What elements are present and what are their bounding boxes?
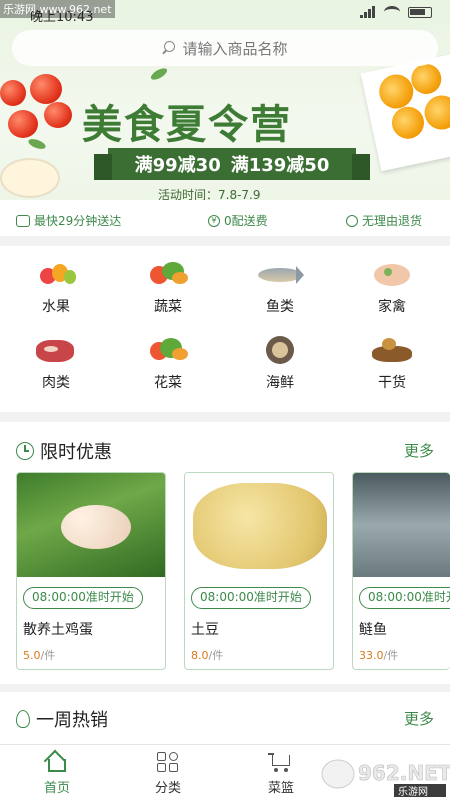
- category-fish[interactable]: 鱼类: [240, 258, 320, 316]
- product-price: 8.0/件: [191, 647, 223, 663]
- tab-category[interactable]: 分类: [133, 751, 203, 796]
- dried-goods-icon: [370, 334, 414, 364]
- price-value: 8.0: [191, 649, 209, 662]
- watermark-top: 乐游网 www.962.net: [0, 0, 115, 18]
- product-card[interactable]: 08:00:00准时开始 土豆 8.0/件: [184, 472, 334, 670]
- tab-label: 分类: [154, 781, 181, 796]
- category-dried-goods[interactable]: 干货: [352, 334, 432, 392]
- fire-icon: [16, 710, 30, 728]
- start-time-badge: 08:00:00准时开始: [359, 587, 450, 609]
- weekly-hot-section: 一周热销 更多: [0, 692, 450, 744]
- category-fruit[interactable]: 水果: [16, 258, 96, 316]
- dish-decoration: [0, 158, 60, 198]
- price-unit: /件: [208, 649, 224, 662]
- promo-banner[interactable]: 晚上10:43 请输入商品名称 美食夏令营 满99减30 满139减50 活动时…: [0, 0, 450, 200]
- wifi-icon: [384, 6, 400, 18]
- flash-sale-section: 限时优惠 更多 08:00:00准时开始 散养土鸡蛋 5.0/件 08:00:0…: [0, 422, 450, 684]
- category-vegetable[interactable]: 蔬菜: [128, 258, 208, 316]
- category-label: 花菜: [154, 375, 182, 391]
- perk-label: 无理由退货: [362, 214, 423, 228]
- category-label: 肉类: [42, 375, 70, 391]
- weekly-hot-more-link[interactable]: 更多: [404, 708, 434, 729]
- price-unit: /件: [383, 649, 399, 662]
- price-unit: /件: [40, 649, 56, 662]
- flash-sale-more-link[interactable]: 更多: [404, 440, 434, 461]
- watermark-sub: 乐游网: [398, 785, 428, 798]
- category-seafood[interactable]: 海鲜: [240, 334, 320, 392]
- tomato-decoration: [44, 102, 72, 128]
- product-name: 散养土鸡蛋: [23, 622, 93, 638]
- offer-1: 满99减30: [134, 155, 221, 176]
- offer-2: 满139减50: [230, 155, 330, 176]
- search-placeholder: 请输入商品名称: [182, 39, 288, 58]
- category-label: 家禽: [378, 299, 406, 315]
- category-cauliflower[interactable]: 花菜: [128, 334, 208, 392]
- category-label: 海鲜: [266, 375, 294, 391]
- signal-icon: [360, 6, 376, 18]
- truck-icon: [16, 214, 30, 227]
- vegetable-icon: [146, 258, 190, 288]
- product-name: 鲢鱼: [359, 622, 387, 638]
- product-name: 土豆: [191, 622, 219, 638]
- perk-free-delivery: ¥ 0配送费: [208, 212, 268, 229]
- search-input[interactable]: 请输入商品名称: [12, 30, 438, 66]
- product-card[interactable]: 08:00:00准时开始 鲢鱼 33.0/件: [352, 472, 450, 670]
- perk-refund: 无理由退货: [346, 212, 422, 229]
- category-meat[interactable]: 肉类: [16, 334, 96, 392]
- eggs-image: [17, 473, 165, 577]
- orange-plate-decoration: [360, 52, 450, 172]
- flash-sale-header: 限时优惠: [16, 438, 112, 464]
- start-time-badge: 08:00:00准时开始: [23, 587, 143, 609]
- search-icon: [162, 41, 176, 55]
- refund-icon: [346, 214, 358, 227]
- tomato-decoration: [0, 80, 26, 106]
- product-price: 5.0/件: [23, 647, 55, 663]
- price-value: 5.0: [23, 649, 41, 662]
- watermark-main: 962.NET: [358, 761, 450, 785]
- tomato-decoration: [8, 110, 38, 138]
- perk-label: 0配送费: [224, 214, 268, 228]
- silver-carp-image: [353, 473, 450, 577]
- category-icon: [155, 751, 181, 773]
- banner-offer-ribbon: 满99减30 满139减50: [94, 148, 370, 180]
- category-label: 水果: [42, 299, 70, 315]
- meat-icon: [34, 334, 78, 364]
- clock-icon: [16, 442, 34, 460]
- banner-title: 美食夏令营: [82, 101, 292, 148]
- yen-icon: ¥: [208, 214, 220, 227]
- perk-label: 最快29分钟送达: [34, 214, 122, 228]
- fruit-icon: [34, 258, 78, 288]
- tab-home[interactable]: 首页: [22, 749, 92, 796]
- category-label: 蔬菜: [154, 299, 182, 315]
- tab-label: 首页: [43, 781, 70, 796]
- cart-icon: [268, 751, 294, 773]
- section-title: 限时优惠: [40, 442, 112, 463]
- category-label: 干货: [378, 375, 406, 391]
- watermark-logo: 962.NET 乐游网: [318, 748, 450, 798]
- seafood-icon: [258, 334, 302, 364]
- category-grid: 水果 蔬菜 鱼类 家禽 肉类 花菜 海鲜 干货: [0, 246, 450, 412]
- tomato-decoration: [30, 74, 62, 104]
- category-label: 鱼类: [266, 299, 294, 315]
- tab-basket[interactable]: 菜篮: [246, 751, 316, 796]
- section-title: 一周热销: [36, 710, 108, 731]
- price-value: 33.0: [359, 649, 384, 662]
- fish-icon: [258, 258, 304, 288]
- activity-time: 活动时间：7.8-7.9: [158, 188, 261, 200]
- perk-fast-delivery: 最快29分钟送达: [16, 212, 121, 229]
- poultry-icon: [370, 258, 414, 288]
- start-time-badge: 08:00:00准时开始: [191, 587, 311, 609]
- product-price: 33.0/件: [359, 647, 398, 663]
- leaf-decoration: [27, 137, 47, 151]
- tab-label: 菜篮: [267, 781, 294, 796]
- leaf-decoration: [149, 66, 169, 82]
- weekly-hot-header: 一周热销: [16, 706, 108, 732]
- product-card[interactable]: 08:00:00准时开始 散养土鸡蛋 5.0/件: [16, 472, 166, 670]
- category-poultry[interactable]: 家禽: [352, 258, 432, 316]
- cauliflower-icon: [146, 334, 190, 364]
- potatoes-image: [185, 473, 333, 577]
- service-perks: 最快29分钟送达 ¥ 0配送费 无理由退货: [0, 200, 450, 236]
- battery-icon: [408, 6, 432, 18]
- home-icon: [43, 749, 70, 773]
